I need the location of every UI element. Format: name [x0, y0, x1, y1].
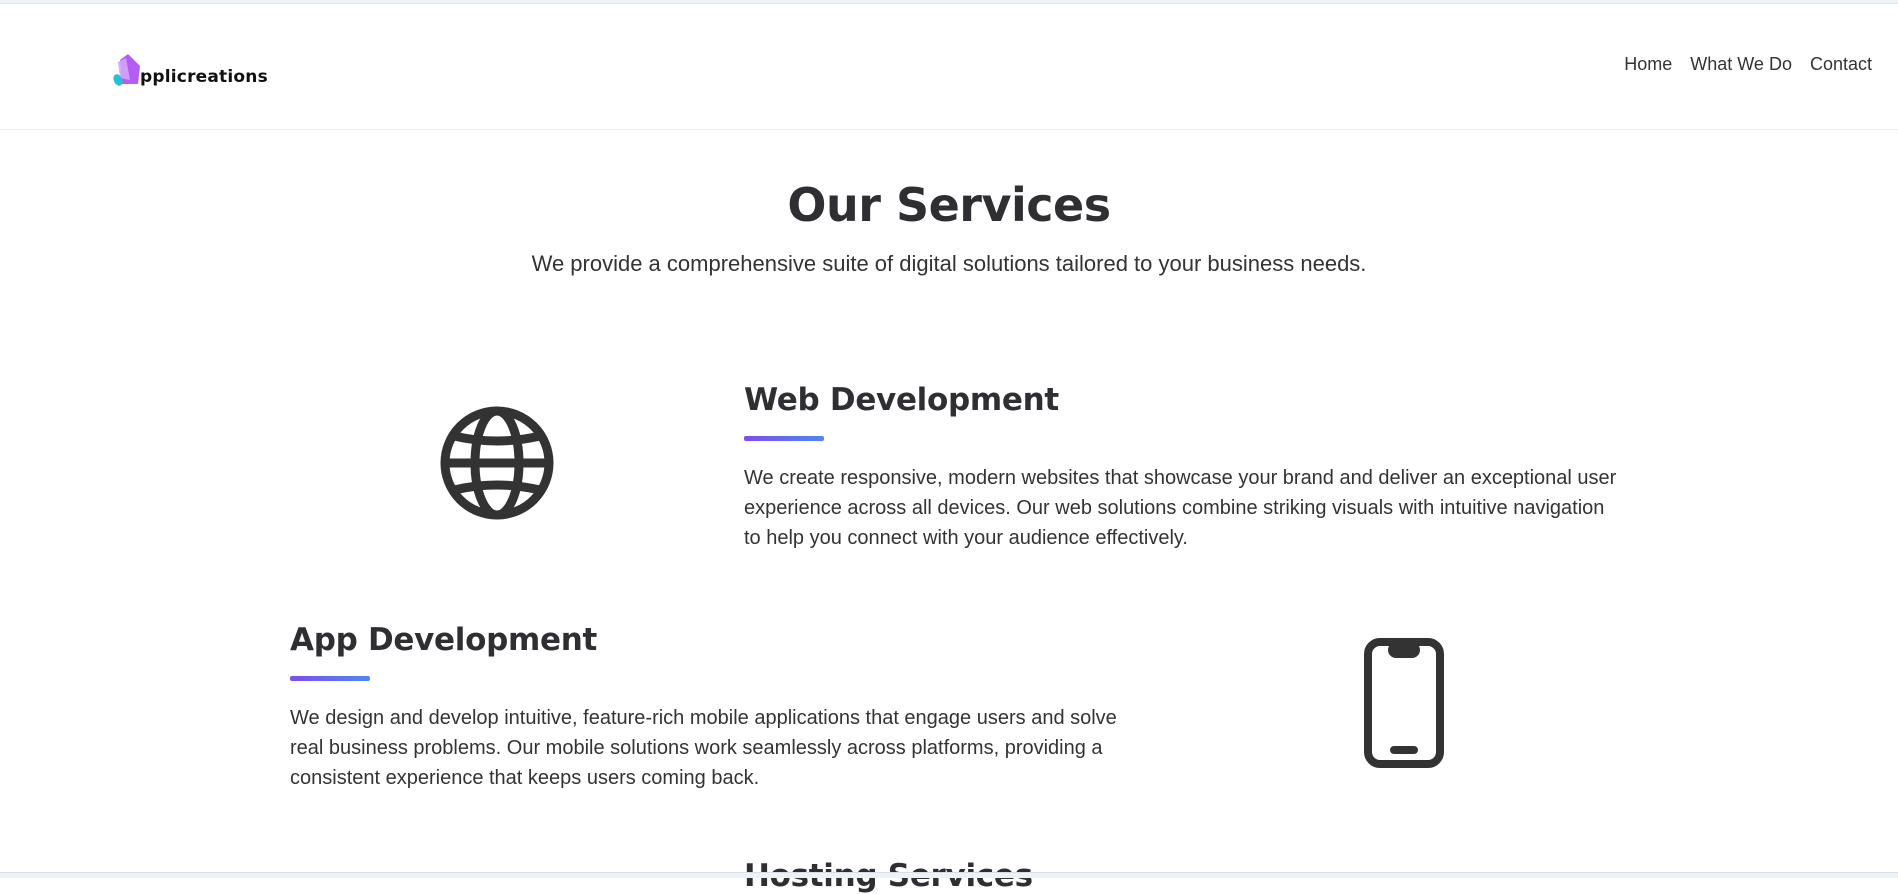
service-description: We design and develop intuitive, feature…	[290, 707, 1117, 789]
accent-underline	[744, 436, 824, 441]
service-app-development: App Development We design and develop in…	[290, 622, 1140, 793]
nav-home[interactable]: Home	[1624, 54, 1672, 75]
page-title: Our Services	[787, 178, 1111, 232]
globe-icon	[438, 404, 556, 527]
accent-underline	[290, 676, 370, 681]
logo[interactable]: pplicreations	[110, 46, 268, 90]
main-nav: Home What We Do Contact	[1624, 54, 1872, 75]
services-hero: Our Services We provide a comprehensive …	[0, 178, 1898, 281]
nav-contact[interactable]: Contact	[1810, 54, 1872, 75]
service-description: We create responsive, modern websites th…	[744, 467, 1617, 549]
page-subtitle: We provide a comprehensive suite of digi…	[531, 251, 1367, 276]
logo-mark-icon	[110, 52, 142, 90]
logo-text: pplicreations	[140, 67, 268, 87]
service-title: App Development	[290, 622, 597, 658]
service-web-development: Web Development We create responsive, mo…	[744, 382, 1624, 553]
browser-bottom-strip	[0, 872, 1898, 878]
site-header: pplicreations Home What We Do Contact	[0, 4, 1898, 130]
service-title: Web Development	[744, 382, 1059, 418]
phone-icon	[1362, 636, 1446, 775]
nav-what-we-do[interactable]: What We Do	[1690, 54, 1792, 75]
